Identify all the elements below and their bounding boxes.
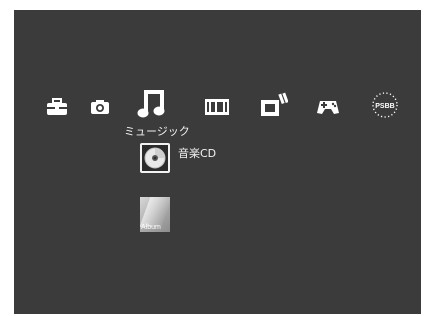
album-fold xyxy=(140,197,170,227)
psbb-icon: PSBB xyxy=(372,92,398,118)
toolbox-icon xyxy=(47,98,67,115)
category-photo[interactable] xyxy=(88,89,112,125)
category-network[interactable] xyxy=(259,85,289,125)
album-thumbnail-icon: Album xyxy=(140,197,170,232)
album-item[interactable]: Album xyxy=(140,197,170,232)
film-strip-icon xyxy=(205,99,229,115)
album-text: Album xyxy=(141,224,161,231)
network-icon xyxy=(261,92,288,116)
category-music[interactable] xyxy=(134,83,170,125)
xmb-screen: PSBB ミュージック 音楽CD Album xyxy=(14,10,421,314)
music-cd-icon xyxy=(144,147,166,169)
music-cd-label: 音楽CD xyxy=(178,147,217,160)
category-game[interactable] xyxy=(314,89,342,125)
category-video[interactable] xyxy=(202,89,232,125)
camera-icon xyxy=(91,100,109,114)
psbb-text: PSBB xyxy=(375,103,394,110)
category-psbb[interactable]: PSBB xyxy=(370,85,400,125)
music-cd-frame xyxy=(140,143,170,173)
music-cd-item[interactable]: 音楽CD xyxy=(140,143,216,173)
category-label: ミュージック xyxy=(124,125,190,138)
category-settings[interactable] xyxy=(44,89,70,125)
gamepad-icon xyxy=(317,101,339,114)
music-note-icon xyxy=(137,90,165,118)
